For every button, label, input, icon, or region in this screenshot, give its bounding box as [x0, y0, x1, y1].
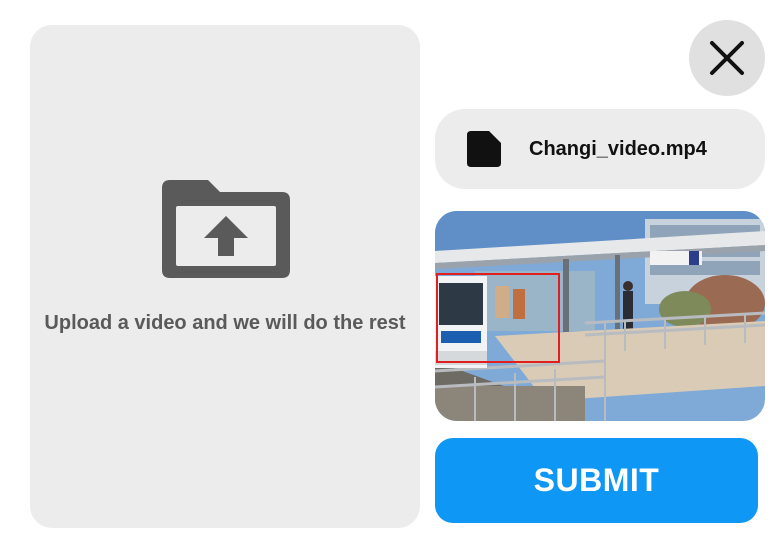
submit-button[interactable]: SUBMIT [435, 438, 758, 523]
station-scene-image [435, 211, 765, 421]
folder-upload-icon[interactable] [160, 180, 292, 280]
upload-dialog: Upload a video and we will do the rest C… [0, 0, 772, 549]
file-name: Changi_video.mp4 [529, 138, 707, 160]
upload-prompt: Upload a video and we will do the rest [44, 312, 406, 334]
video-thumbnail [435, 211, 765, 421]
file-icon [467, 131, 501, 167]
close-button[interactable] [689, 20, 765, 96]
selected-file-chip: Changi_video.mp4 [435, 109, 765, 189]
close-icon [710, 41, 744, 75]
